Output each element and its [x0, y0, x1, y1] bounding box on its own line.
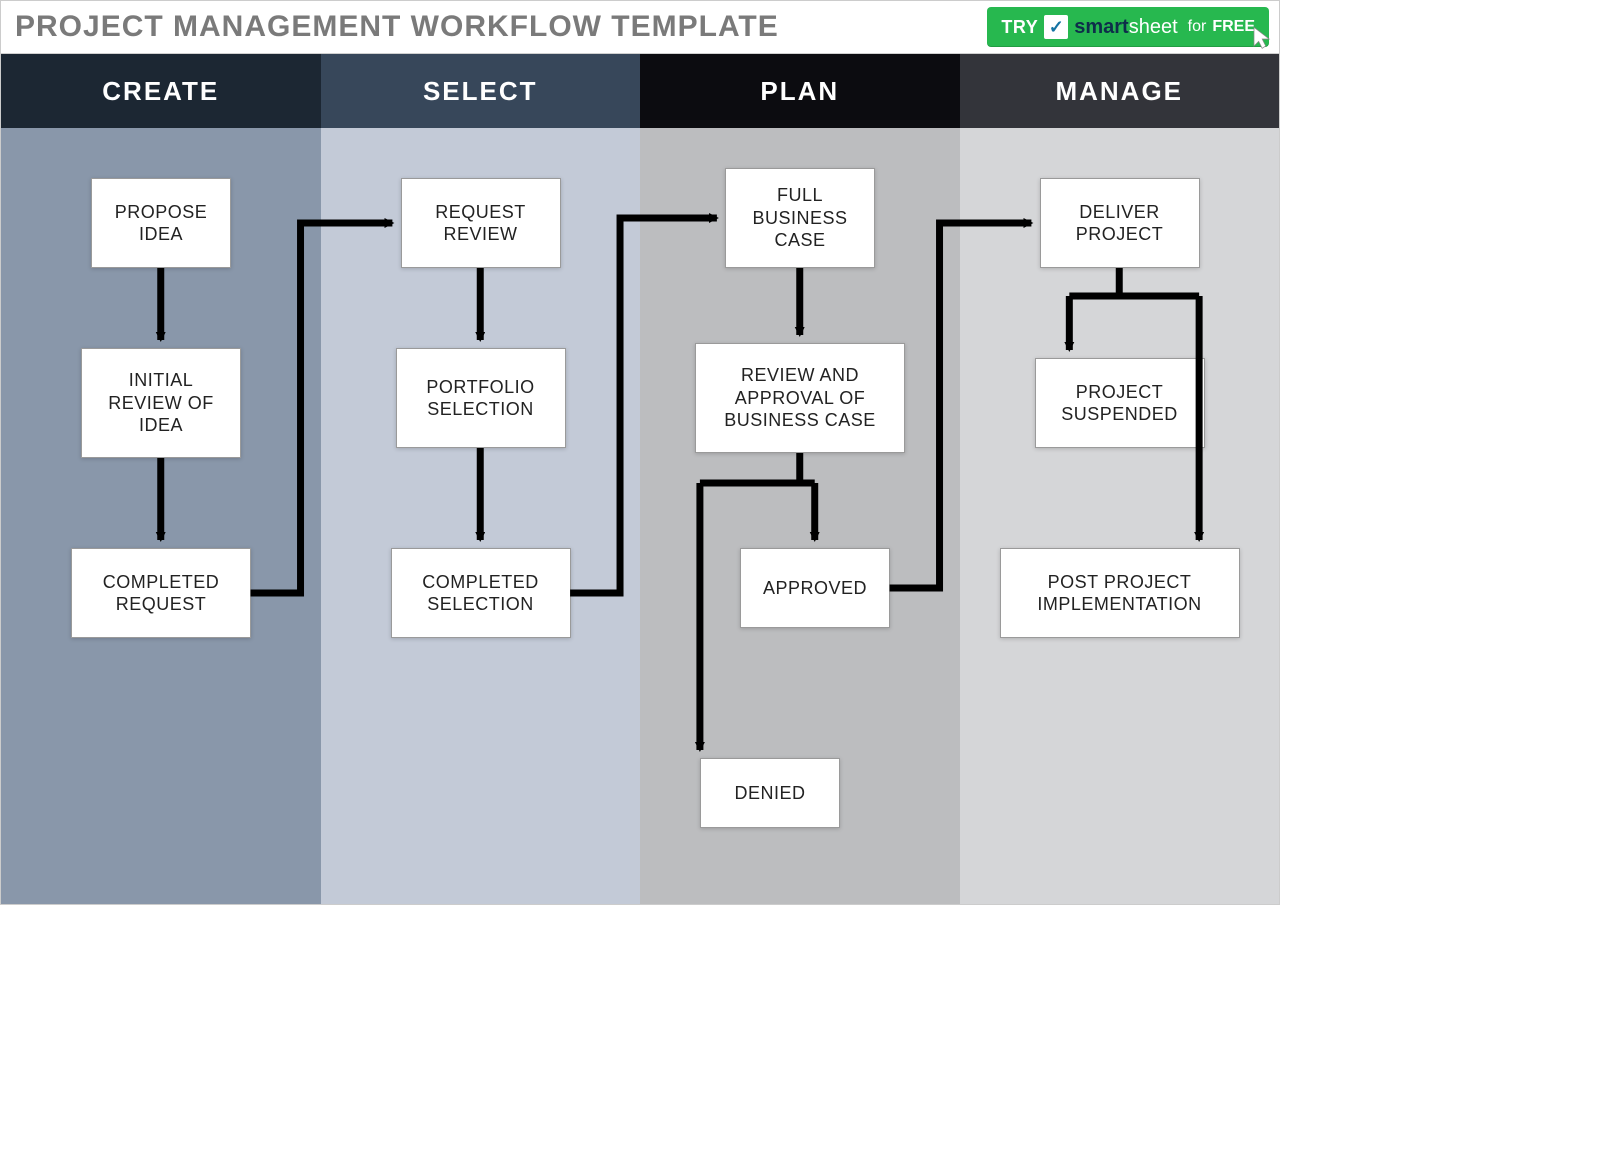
cta-try: TRY [1001, 17, 1038, 38]
column-header-manage: MANAGE [960, 54, 1280, 128]
column-body-plan: FULL BUSINESS CASE REVIEW AND APPROVAL O… [640, 128, 960, 904]
box-full-business-case: FULL BUSINESS CASE [725, 168, 875, 268]
box-post-project-impl: POST PROJECT IMPLEMENTATION [1000, 548, 1240, 638]
page-title: PROJECT MANAGEMENT WORKFLOW TEMPLATE [15, 10, 779, 44]
try-smartsheet-button[interactable]: TRY ✓ smartsheet for FREE [987, 7, 1269, 47]
cta-for: for [1188, 18, 1207, 36]
box-deliver-project: DELIVER PROJECT [1040, 178, 1200, 268]
column-plan: PLAN FULL BUSINESS CASE REVIEW AND APPRO… [640, 54, 960, 904]
workflow-template: PROJECT MANAGEMENT WORKFLOW TEMPLATE TRY… [0, 0, 1280, 905]
box-project-suspended: PROJECT SUSPENDED [1035, 358, 1205, 448]
box-approved: APPROVED [740, 548, 890, 628]
workflow-grid: CREATE PROPOSE IDEA INITIAL REVIEW OF ID… [1, 54, 1279, 904]
column-select: SELECT REQUEST REVIEW PORTFOLIO SELECTIO… [321, 54, 641, 904]
cta-brand: smartsheet [1074, 16, 1177, 39]
column-body-select: REQUEST REVIEW PORTFOLIO SELECTION COMPL… [321, 128, 641, 904]
column-header-create: CREATE [1, 54, 321, 128]
cursor-icon [1247, 25, 1275, 53]
top-bar: PROJECT MANAGEMENT WORKFLOW TEMPLATE TRY… [1, 1, 1279, 54]
column-body-create: PROPOSE IDEA INITIAL REVIEW OF IDEA COMP… [1, 128, 321, 904]
column-header-select: SELECT [321, 54, 641, 128]
box-review-approval: REVIEW AND APPROVAL OF BUSINESS CASE [695, 343, 905, 453]
box-initial-review: INITIAL REVIEW OF IDEA [81, 348, 241, 458]
box-propose-idea: PROPOSE IDEA [91, 178, 231, 268]
column-body-manage: DELIVER PROJECT PROJECT SUSPENDED POST P… [960, 128, 1280, 904]
box-request-review: REQUEST REVIEW [401, 178, 561, 268]
check-icon: ✓ [1044, 15, 1068, 39]
box-portfolio-selection: PORTFOLIO SELECTION [396, 348, 566, 448]
column-manage: MANAGE DELIVER PROJECT PROJECT SUSPENDED… [960, 54, 1280, 904]
box-denied: DENIED [700, 758, 840, 828]
column-create: CREATE PROPOSE IDEA INITIAL REVIEW OF ID… [1, 54, 321, 904]
box-completed-selection: COMPLETED SELECTION [391, 548, 571, 638]
column-header-plan: PLAN [640, 54, 960, 128]
box-completed-request: COMPLETED REQUEST [71, 548, 251, 638]
